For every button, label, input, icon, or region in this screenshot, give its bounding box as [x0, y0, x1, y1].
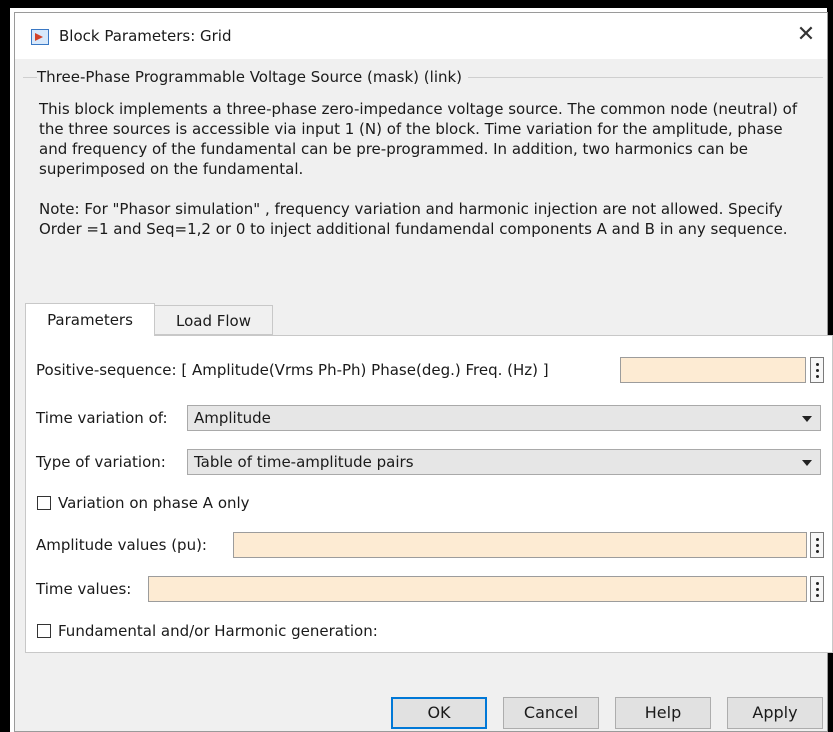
type-variation-label: Type of variation:: [36, 453, 166, 471]
amplitude-values-label: Amplitude values (pu):: [36, 536, 207, 554]
time-values-more-button[interactable]: [810, 576, 824, 602]
tab-load-flow[interactable]: Load Flow: [155, 305, 273, 335]
time-values-field[interactable]: [148, 576, 807, 602]
chevron-down-icon: [802, 460, 812, 466]
mask-description: This block implements a three-phase zero…: [39, 99, 809, 239]
positive-sequence-more-button[interactable]: [810, 357, 824, 383]
positive-sequence-label: Positive-sequence: [ Amplitude(Vrms Ph-P…: [36, 361, 549, 379]
apply-button[interactable]: Apply: [727, 697, 823, 729]
harmonic-generation-label: Fundamental and/or Harmonic generation:: [58, 622, 378, 640]
time-values-label: Time values:: [36, 580, 132, 598]
description-text: This block implements a three-phase zero…: [39, 100, 798, 178]
type-variation-dropdown[interactable]: Table of time-amplitude pairs: [187, 449, 821, 475]
simulink-block-icon: [31, 29, 49, 45]
time-variation-value: Amplitude: [194, 409, 271, 427]
type-variation-value: Table of time-amplitude pairs: [194, 453, 414, 471]
time-variation-label: Time variation of:: [36, 409, 168, 427]
window-title: Block Parameters: Grid: [59, 27, 232, 45]
close-icon[interactable]: ✕: [791, 21, 821, 49]
chevron-down-icon: [802, 416, 812, 422]
parameters-panel: Positive-sequence: [ Amplitude(Vrms Ph-P…: [25, 335, 833, 653]
phase-a-only-checkbox[interactable]: [37, 496, 51, 510]
harmonic-generation-checkbox[interactable]: [37, 624, 51, 638]
cancel-button[interactable]: Cancel: [503, 697, 599, 729]
positive-sequence-field[interactable]: [620, 357, 806, 383]
block-parameters-dialog: Block Parameters: Grid ✕ Three-Phase Pro…: [14, 12, 833, 732]
frame-tick: [0, 642, 6, 645]
note-text: Note: For "Phasor simulation" , frequenc…: [39, 200, 788, 238]
ok-button[interactable]: OK: [391, 697, 487, 729]
phase-a-only-label: Variation on phase A only: [58, 494, 250, 512]
window-frame-left: [0, 0, 10, 732]
title-bar[interactable]: Block Parameters: Grid ✕: [15, 13, 827, 59]
help-button[interactable]: Help: [615, 697, 711, 729]
tab-parameters[interactable]: Parameters: [25, 303, 155, 336]
window-frame-top: [0, 0, 833, 8]
time-variation-dropdown[interactable]: Amplitude: [187, 405, 821, 431]
amplitude-values-field[interactable]: [233, 532, 807, 558]
mask-group-title: Three-Phase Programmable Voltage Source …: [37, 67, 469, 87]
amplitude-values-more-button[interactable]: [810, 532, 824, 558]
